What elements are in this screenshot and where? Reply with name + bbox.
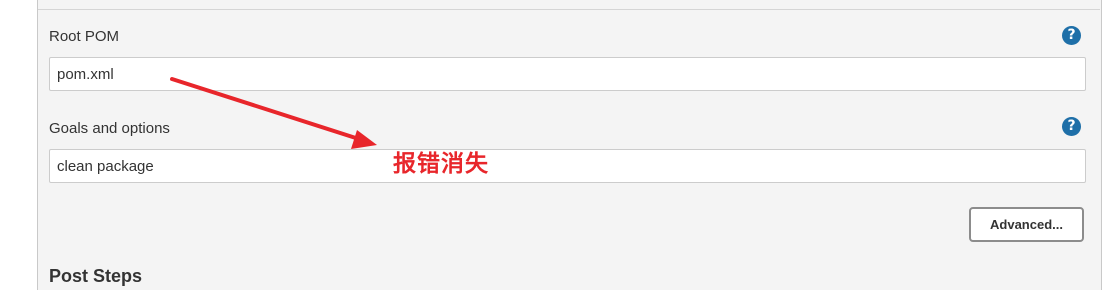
annotation-arrow [170, 77, 377, 149]
annotation-text: 报错消失 [393, 151, 489, 177]
